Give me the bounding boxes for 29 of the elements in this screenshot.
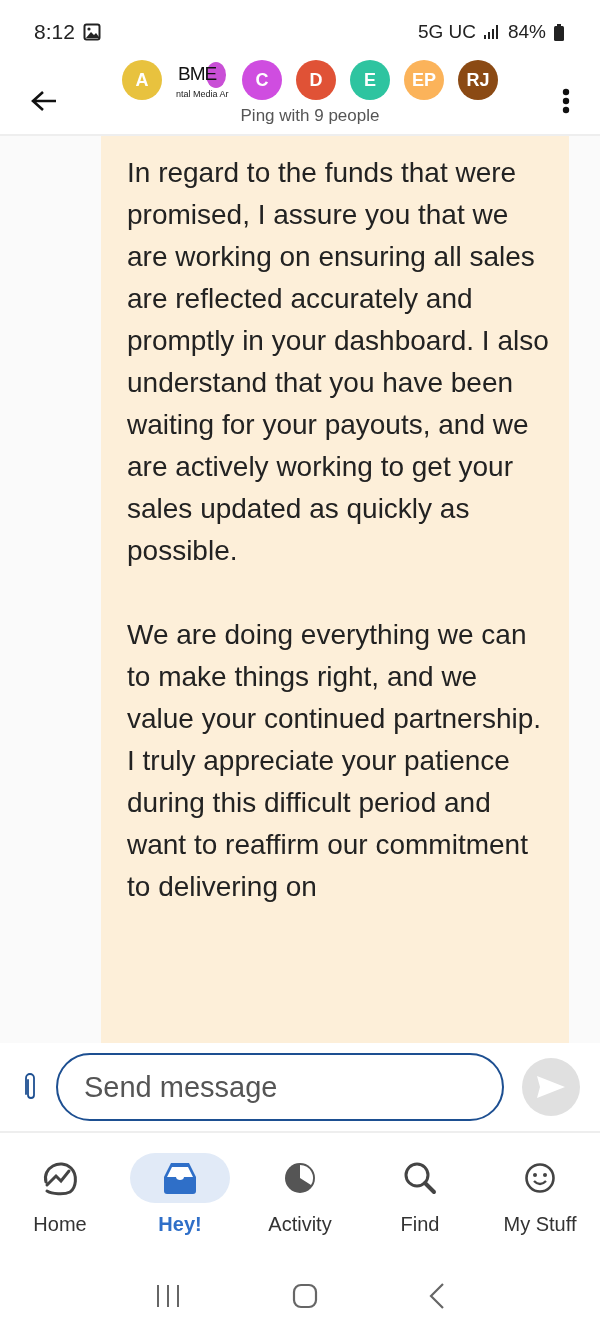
- network-label: 5G UC: [417, 21, 476, 43]
- message-input-field[interactable]: Send message: [56, 1053, 504, 1121]
- back-arrow-icon[interactable]: [30, 89, 58, 113]
- nav-tab[interactable]: Find: [364, 1153, 476, 1236]
- logo-subtitle: ntal Media Ar: [176, 89, 229, 100]
- more-options-icon[interactable]: [562, 88, 570, 114]
- signal-icon: [483, 25, 500, 39]
- paperclip-icon[interactable]: [24, 1072, 38, 1102]
- nav-tab[interactable]: My Stuff: [484, 1153, 596, 1236]
- battery-level: 84%: [507, 21, 546, 43]
- recent-apps-icon[interactable]: [155, 1284, 182, 1308]
- message-text: We are doing everything we can to make things right, and we value your continued partnership. I truly appreciate your patience during this difficult period and want to reaffirm our commitment to delivering on: [127, 618, 543, 904]
- battery-icon: [554, 23, 564, 41]
- avatar[interactable]: D: [296, 60, 336, 100]
- participants-label: Ping with 9 people: [240, 106, 380, 126]
- inbox-tray-icon: [162, 1161, 198, 1195]
- back-icon[interactable]: [428, 1282, 445, 1310]
- image-icon: [82, 23, 101, 41]
- avatar[interactable]: C: [242, 60, 282, 100]
- avatar[interactable]: RJ: [458, 60, 498, 100]
- send-icon: [536, 1075, 566, 1099]
- search-icon: [402, 1160, 438, 1196]
- nav-tab[interactable]: Activity: [244, 1153, 356, 1236]
- home-button-icon[interactable]: [292, 1283, 318, 1309]
- smiley-icon: [524, 1162, 556, 1194]
- pie-chart-icon: [283, 1161, 317, 1195]
- nav-tab[interactable]: Home: [4, 1153, 116, 1236]
- status-time: 8:12: [34, 20, 75, 44]
- message-text: In regard to the funds that were promised, I assure you that we are working on ensuring all sales are reflected accurately and promptly in your dashboard. I also understand that you have been waiting for your payouts, and we are actively working to get your sales updated as quickly as possible.: [127, 156, 549, 568]
